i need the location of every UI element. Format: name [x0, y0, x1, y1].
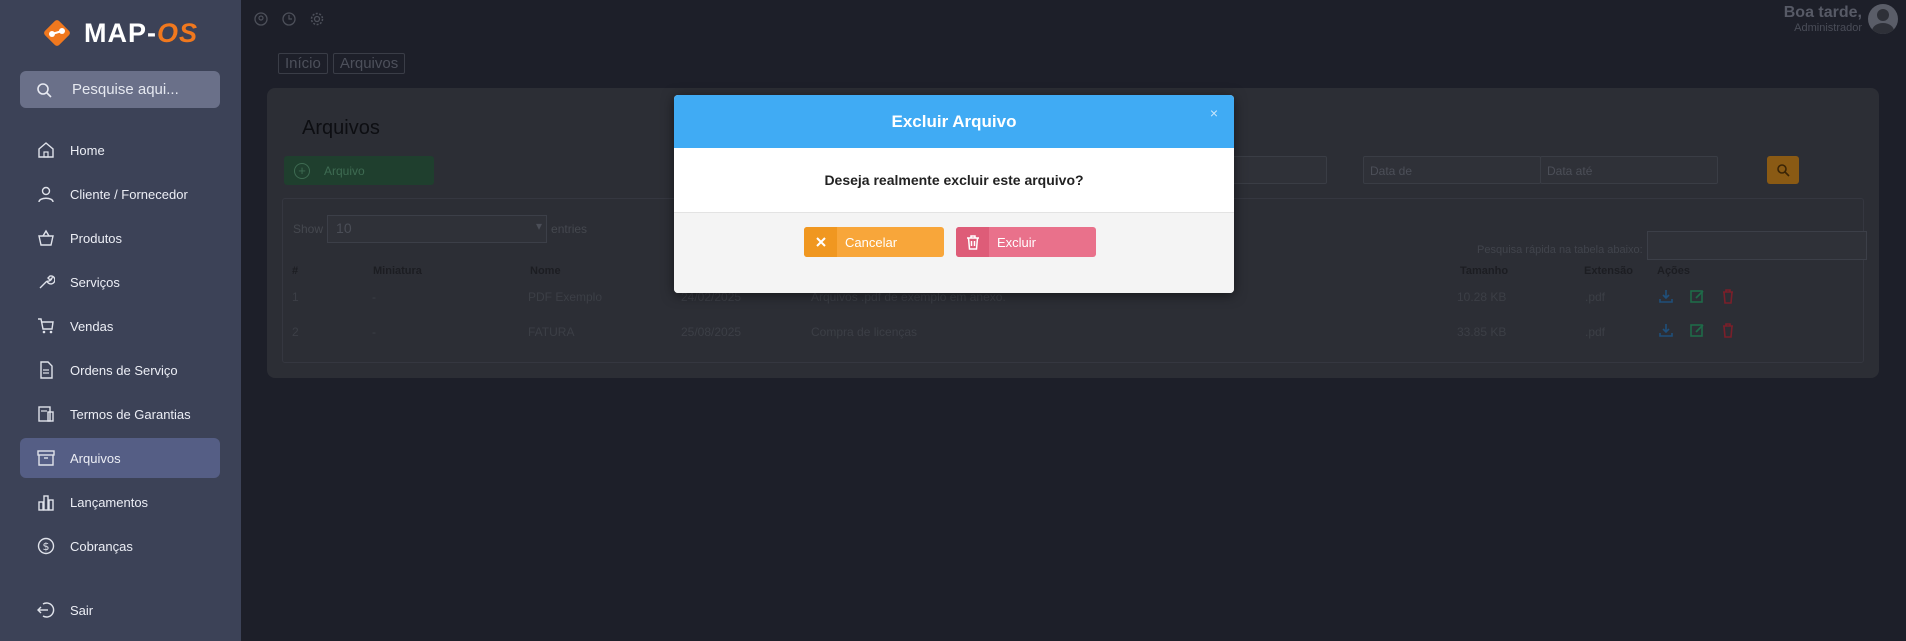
trash-icon [956, 227, 989, 257]
delete-button[interactable]: Excluir [956, 227, 1096, 257]
modal-footer: Cancelar Excluir [674, 213, 1234, 293]
close-icon[interactable]: × [1210, 105, 1218, 121]
delete-label: Excluir [997, 234, 1037, 250]
modal-body: Deseja realmente excluir este arquivo? [674, 148, 1234, 213]
close-icon [804, 227, 837, 257]
cancel-label: Cancelar [845, 234, 898, 250]
cancel-button[interactable]: Cancelar [804, 227, 944, 257]
modal-header: Excluir Arquivo × [674, 95, 1234, 148]
modal-message: Deseja realmente excluir este arquivo? [824, 172, 1084, 188]
delete-file-modal: Excluir Arquivo × Deseja realmente exclu… [674, 95, 1234, 293]
modal-title: Excluir Arquivo [891, 111, 1017, 131]
